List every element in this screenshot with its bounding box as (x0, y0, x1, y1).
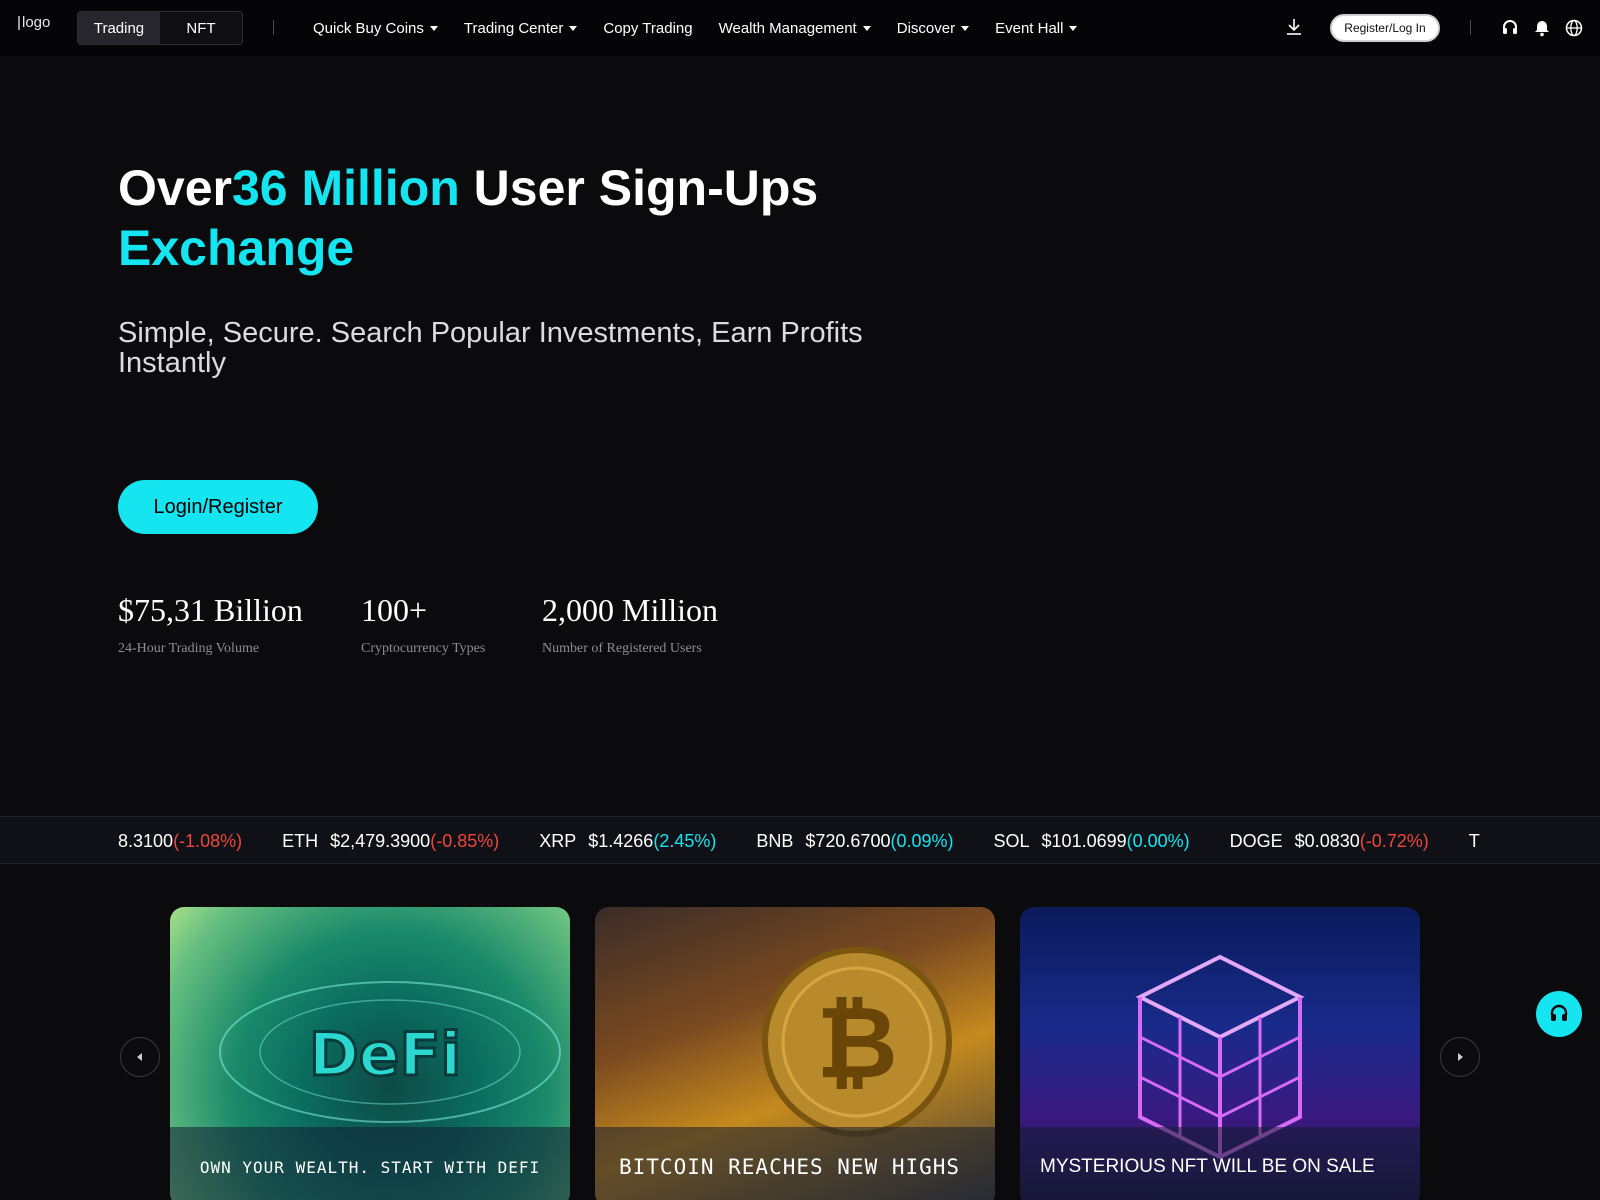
ticker-change: (-0.85%) (430, 830, 500, 851)
ticker-item[interactable]: XRP $1.4266 (2.45%) (539, 831, 716, 852)
menu-label: Quick Buy Coins (313, 19, 424, 37)
ticker-symbol: BNB (756, 830, 794, 851)
hero-title: Over36 Million User Sign-Ups Exchange (118, 158, 1018, 278)
stat-trading-volume: $75,31 Billion 24-Hour Trading Volume (118, 592, 303, 657)
nav-divider (273, 20, 274, 35)
globe-icon[interactable] (1564, 18, 1584, 38)
ticker-price: $101.0699 (1041, 830, 1127, 851)
headset-icon (1550, 1004, 1568, 1021)
banner-card-defi[interactable]: DeFi OWN YOUR WEALTH. START WITH DEFI (170, 907, 570, 1200)
menu-label: Wealth Management (718, 19, 857, 37)
hero-title-accent: 36 Million (231, 160, 460, 216)
main-menu: Quick Buy Coins Trading Center Copy Trad… (313, 0, 1103, 56)
menu-label: Event Hall (995, 19, 1064, 37)
ticker-price: $0.0830 (1294, 830, 1360, 851)
mode-nft[interactable]: NFT (160, 12, 242, 44)
caret-left-icon (137, 1053, 142, 1061)
logo[interactable]: logo (18, 14, 50, 31)
nav-divider (1470, 20, 1471, 35)
ticker-price: $1.4266 (588, 830, 654, 851)
mode-switch: Trading NFT (77, 11, 243, 45)
banner-caption: MYSTERIOUS NFT WILL BE ON SALE (1020, 1127, 1420, 1200)
banner-card-nft[interactable]: MYSTERIOUS NFT WILL BE ON SALE (1020, 907, 1420, 1200)
download-icon[interactable] (1285, 17, 1303, 37)
ticker-change: (2.45%) (653, 830, 717, 851)
login-register-button[interactable]: Login/Register (118, 480, 318, 534)
stat-registered-users: 2,000 Million Number of Registered Users (542, 592, 718, 657)
ticker-change: (0.00%) (1126, 830, 1190, 851)
hero-title-line2: Exchange (118, 220, 355, 276)
hero-title-suffix: User Sign-Ups (459, 160, 819, 216)
defi-art-text: DeFi (309, 1020, 461, 1090)
caret-right-icon (1458, 1053, 1463, 1061)
stat-value: 100+ (361, 592, 428, 628)
menu-discover[interactable]: Discover (896, 19, 970, 37)
stat-value: 2,000 Million (542, 592, 719, 628)
ticker-change: (0.09%) (890, 830, 954, 851)
ticker-symbol: DOGE (1229, 830, 1283, 851)
ticker-item[interactable]: ETH $2,479.3900 (-0.85%) (282, 831, 499, 852)
banner-caption: OWN YOUR WEALTH. START WITH DEFI (170, 1127, 570, 1200)
headset-icon[interactable] (1500, 18, 1520, 38)
ticker-price: $720.6700 (805, 830, 891, 851)
menu-wealth-management[interactable]: Wealth Management (719, 20, 871, 37)
ticker-item[interactable]: SOL $101.0699 (0.00%) (994, 831, 1190, 852)
menu-label: Copy Trading (603, 19, 693, 37)
ticker-symbol: XRP (539, 830, 577, 851)
logo-alt-text: logo (22, 14, 51, 31)
stat-label: Number of Registered Users (542, 641, 702, 656)
menu-quick-buy-coins[interactable]: Quick Buy Coins (313, 20, 438, 37)
hero-title-prefix: Over (118, 160, 232, 216)
bell-icon[interactable] (1532, 18, 1552, 38)
menu-label: Trading Center (463, 19, 564, 37)
ticker-symbol: TRX (1468, 830, 1480, 851)
caret-down-icon (862, 25, 871, 31)
ticker-track: 8.3100 (-1.08%) ETH $2,479.3900 (-0.85%) XRP $… (118, 817, 1480, 863)
defi-artwork: DeFi (219, 981, 561, 1123)
ticker-symbol: ETH (282, 830, 319, 851)
bitcoin-art-text: ₿ (816, 984, 898, 1101)
hero-subtitle: Simple, Secure. Search Popular Investmen… (118, 317, 863, 379)
stat-label: 24-Hour Trading Volume (118, 641, 260, 656)
ticker-item[interactable]: DOGE $0.0830 (-0.72%) (1230, 831, 1429, 852)
banner-card-bitcoin[interactable]: ₿ BITCOIN REACHES NEW HIGHS (595, 907, 995, 1200)
ticker-symbol: SOL (993, 830, 1030, 851)
stat-crypto-types: 100+ Cryptocurrency Types (361, 592, 485, 657)
caret-down-icon (429, 25, 438, 31)
top-navigation: logo Trading NFT Quick Buy Coins Trading… (0, 0, 1600, 56)
broken-image-icon (18, 15, 20, 30)
menu-copy-trading[interactable]: Copy Trading (603, 20, 692, 37)
price-ticker: 8.3100 (-1.08%) ETH $2,479.3900 (-0.85%) XRP $… (0, 816, 1600, 864)
menu-event-hall[interactable]: Event Hall (995, 19, 1078, 37)
ticker-item[interactable]: TRX$0 (1469, 831, 1480, 852)
mode-trading[interactable]: Trading (78, 12, 160, 44)
carousel-prev-button[interactable] (120, 1037, 160, 1077)
menu-label: Discover (896, 19, 956, 37)
ticker-change: (-0.72%) (1359, 830, 1429, 851)
ticker-items: 8.3100 (-1.08%) ETH $2,479.3900 (-0.85%) XRP $… (118, 831, 1480, 852)
ticker-price: 8.3100 (118, 830, 174, 851)
carousel-next-button[interactable] (1440, 1037, 1480, 1077)
ticker-change: (-1.08%) (173, 830, 243, 851)
banner-caption: BITCOIN REACHES NEW HIGHS (595, 1127, 995, 1200)
menu-trading-center[interactable]: Trading Center (464, 20, 578, 37)
ticker-price: $2,479.3900 (330, 830, 431, 851)
stat-label: Cryptocurrency Types (361, 641, 486, 656)
ticker-item[interactable]: 8.3100 (-1.08%) (118, 831, 242, 852)
caret-down-icon (1069, 25, 1078, 31)
caret-down-icon (569, 25, 578, 31)
ticker-item[interactable]: BNB $720.6700 (0.09%) (756, 831, 953, 852)
support-chat-button[interactable] (1536, 991, 1582, 1037)
stat-value: $75,31 Billion (118, 592, 303, 628)
register-login-button[interactable]: Register/Log In (1330, 14, 1440, 42)
caret-down-icon (961, 25, 970, 31)
